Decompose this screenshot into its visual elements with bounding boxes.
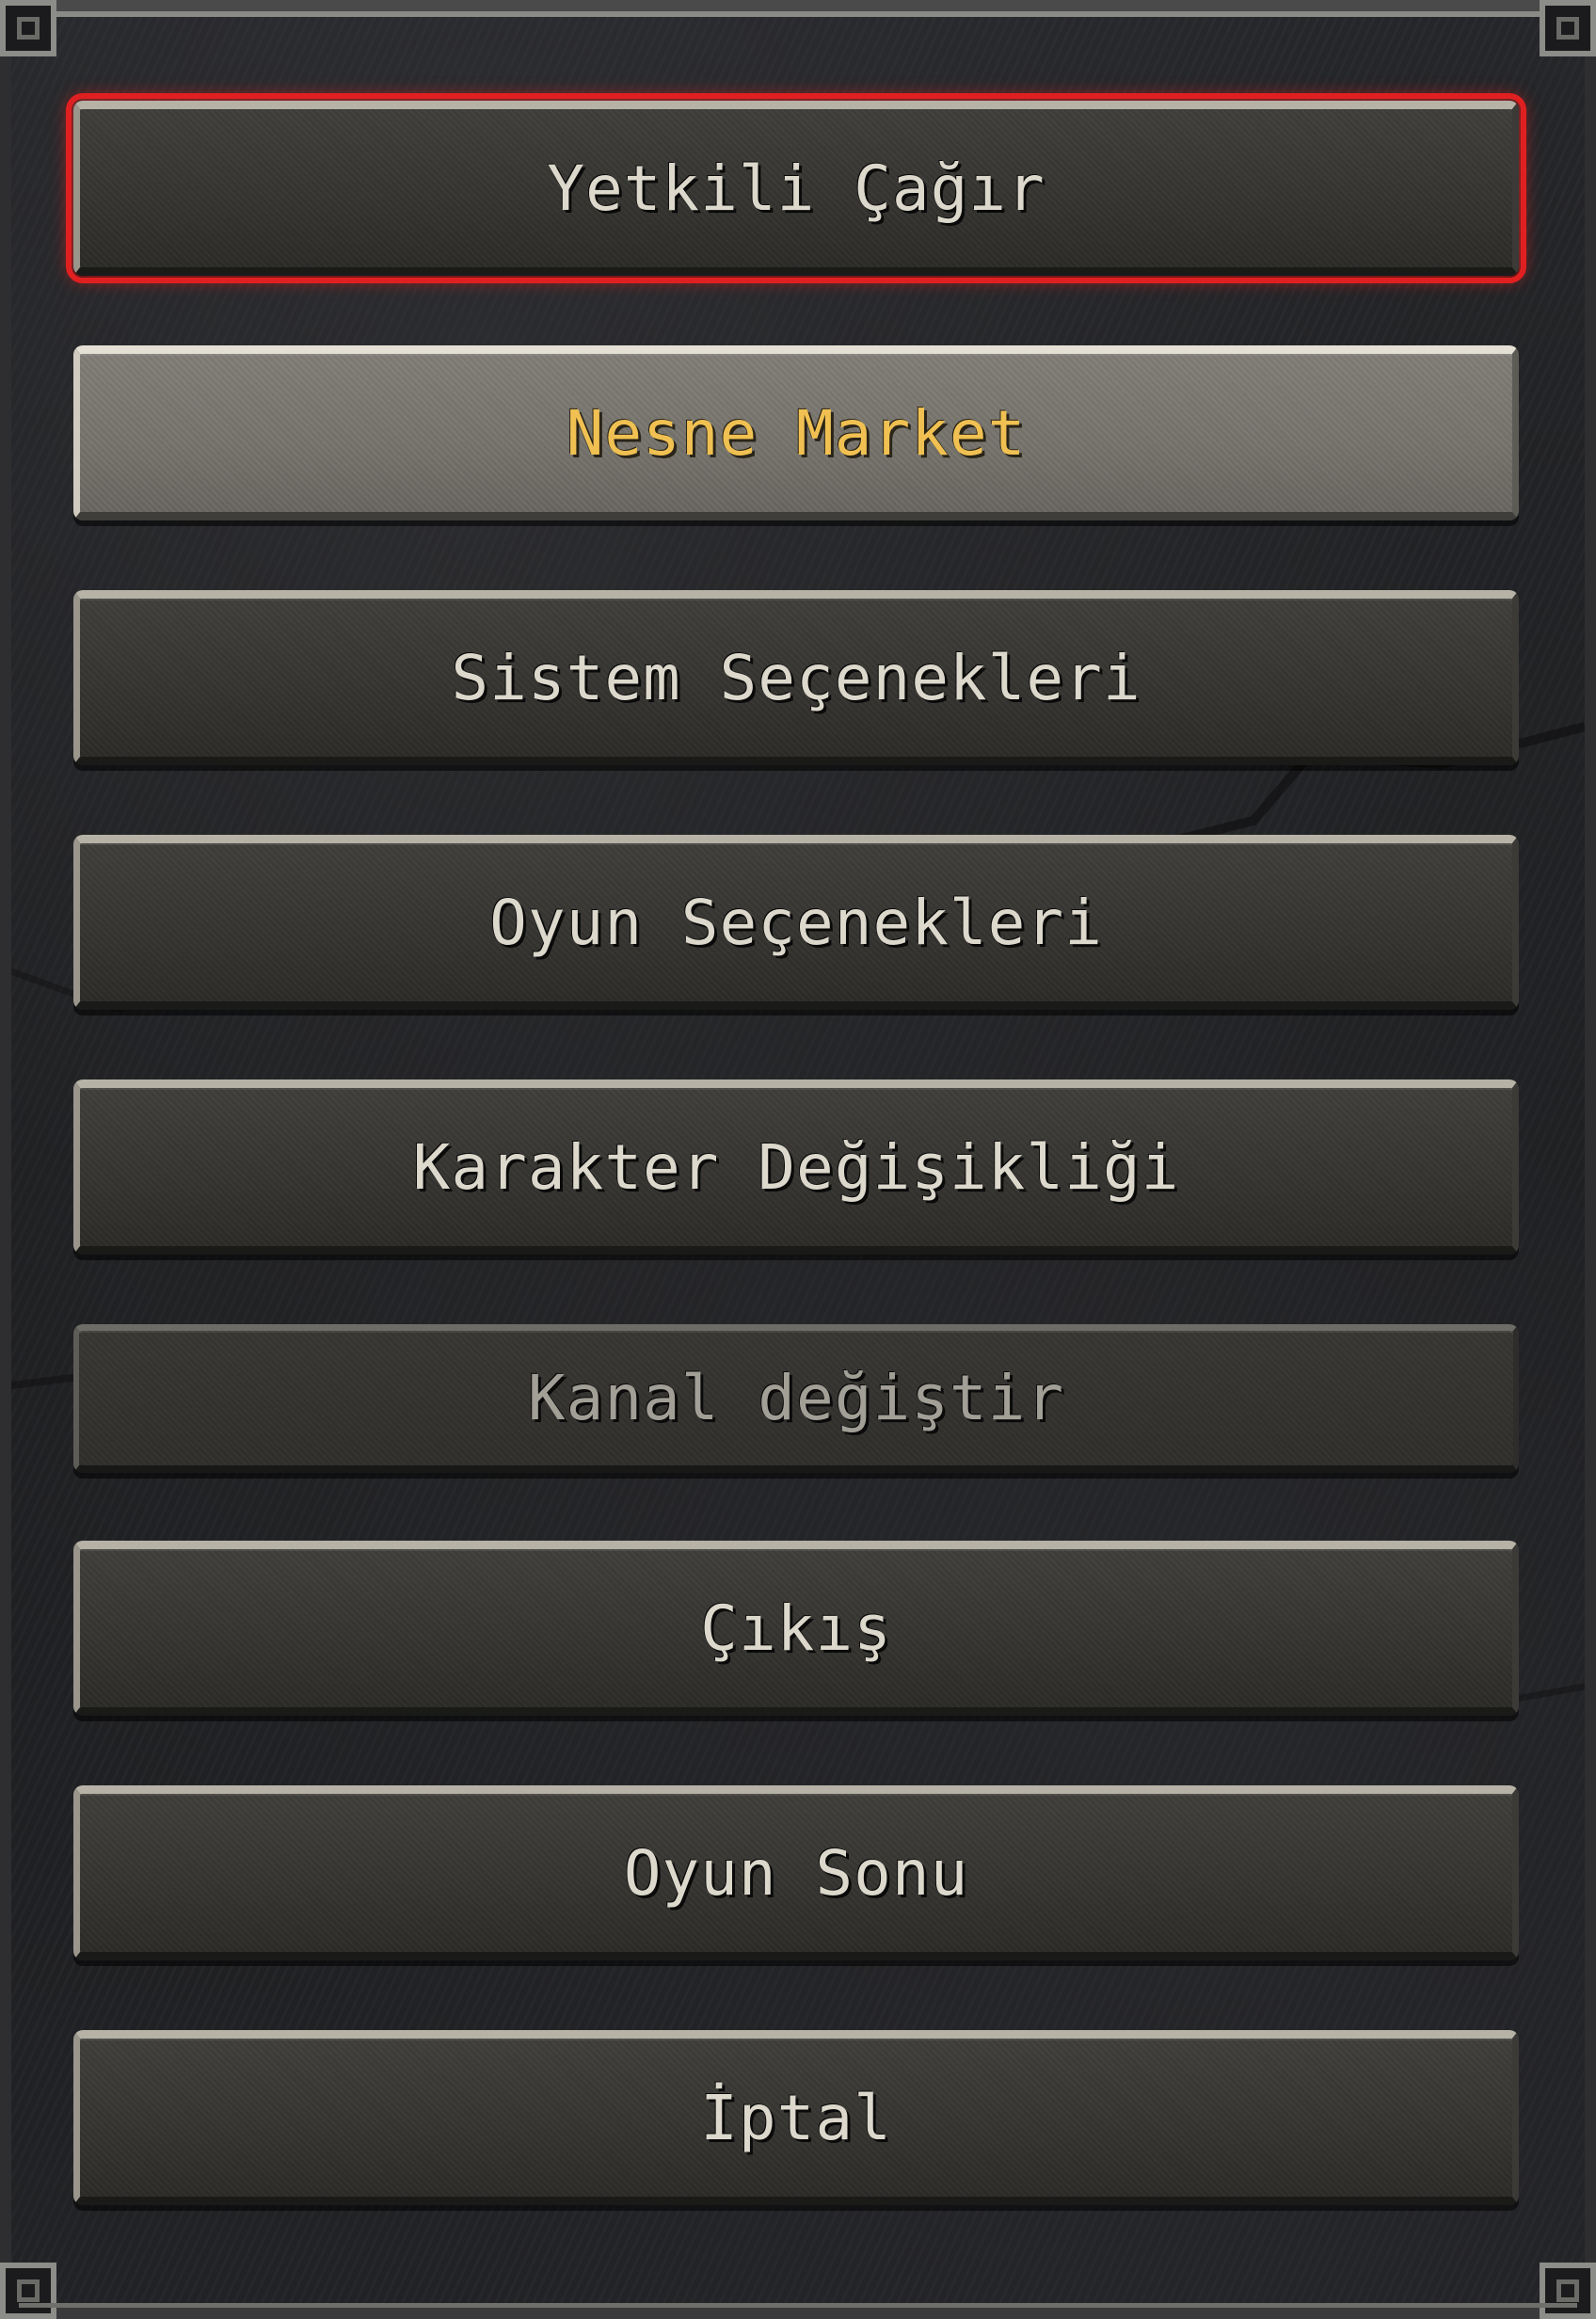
change-character-label: Karakter Değişikliği xyxy=(412,1130,1180,1204)
logout-button[interactable]: Çıkış xyxy=(73,1541,1519,1716)
change-channel-button[interactable]: Kanal değiştir xyxy=(73,1324,1519,1473)
change-character-button[interactable]: Karakter Değişikliği xyxy=(73,1080,1519,1255)
system-options-label: Sistem Seçenekleri xyxy=(451,641,1141,714)
call-gm-button[interactable]: Yetkili Çağır xyxy=(66,93,1526,283)
corner-ornament-bottom-right xyxy=(1540,2263,1596,2319)
call-gm-label: Yetkili Çağır xyxy=(547,152,1045,225)
item-shop-button[interactable]: Nesne Market xyxy=(73,345,1519,520)
game-options-label: Oyun Seçenekleri xyxy=(489,886,1103,959)
cancel-button[interactable]: İptal xyxy=(73,2030,1519,2205)
change-channel-label: Kanal değiştir xyxy=(527,1362,1065,1434)
logout-label: Çıkış xyxy=(700,1591,892,1665)
quit-game-button[interactable]: Oyun Sonu xyxy=(73,1785,1519,1960)
system-options-button[interactable]: Sistem Seçenekleri xyxy=(73,590,1519,765)
corner-ornament-top-right xyxy=(1540,0,1596,56)
game-options-button[interactable]: Oyun Seçenekleri xyxy=(73,835,1519,1010)
quit-game-label: Oyun Sonu xyxy=(623,1836,969,1910)
cancel-label: İptal xyxy=(700,2081,892,2154)
corner-ornament-top-left xyxy=(0,0,56,56)
item-shop-label: Nesne Market xyxy=(566,396,1027,470)
game-menu-panel: Yetkili Çağır Nesne Market Sistem Seçene… xyxy=(0,0,1596,2319)
corner-ornament-bottom-left xyxy=(0,2263,56,2319)
